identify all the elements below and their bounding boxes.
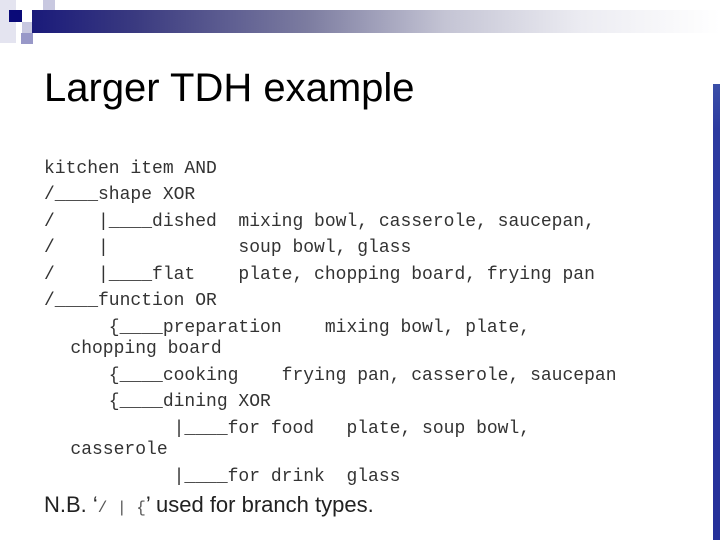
- note-symbols: / | {: [97, 499, 146, 517]
- decor-square: [9, 10, 22, 22]
- tree-line: kitchen item AND: [44, 159, 217, 179]
- header-gradient-bar: [32, 10, 720, 33]
- tree-line: {____preparation mixing bowl, plate,: [44, 318, 531, 338]
- slide-title: Larger TDH example: [44, 66, 415, 110]
- tree-line: casserole: [38, 440, 168, 460]
- note-suffix: ’ used for branch types.: [145, 492, 374, 517]
- decor-square: [21, 33, 33, 44]
- tree-line: {____dining XOR: [44, 392, 271, 412]
- tree-line: |____for food plate, soup bowl,: [44, 419, 531, 439]
- decor-square: [22, 22, 32, 33]
- tree-line: |____for drink glass: [44, 467, 401, 487]
- note-prefix: N.B. ‘: [44, 492, 98, 517]
- tree-line: /____shape XOR: [44, 185, 196, 205]
- tree-line: / | soup bowl, glass: [44, 238, 412, 258]
- tree-line: / |____dished mixing bowl, casserole, sa…: [44, 212, 595, 232]
- decor-square: [43, 0, 55, 10]
- tree-line: /____function OR: [44, 291, 217, 311]
- branch-type-note: N.B. ‘/ | {’ used for branch types.: [44, 492, 374, 518]
- tree-line: chopping board: [38, 339, 222, 359]
- tree-line: / |____flat plate, chopping board, fryin…: [44, 265, 595, 285]
- side-accent-bar: [713, 84, 720, 540]
- tree-line: {____cooking frying pan, casserole, sauc…: [44, 366, 617, 386]
